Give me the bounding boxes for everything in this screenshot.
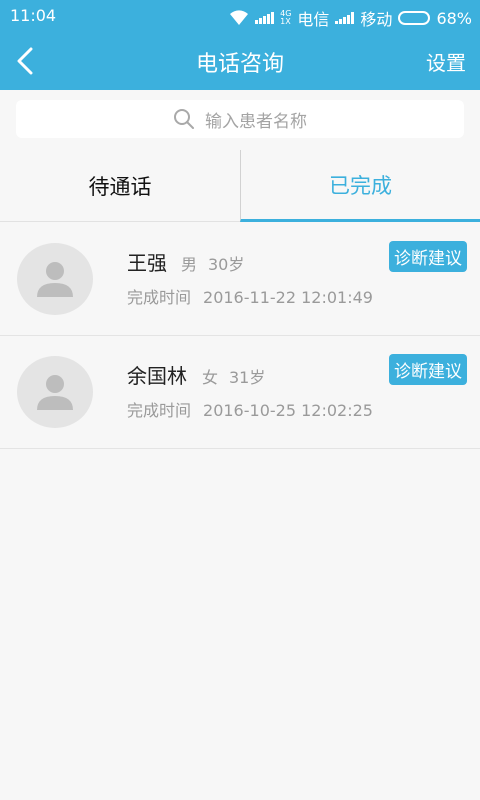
patient-age: 31岁 — [229, 368, 266, 387]
completion-time: 2016-10-25 12:02:25 — [203, 401, 373, 420]
patient-name: 余国林 — [127, 364, 187, 388]
search-placeholder: 输入患者名称 — [205, 111, 307, 132]
tab-bar: 待通话 已完成 — [0, 150, 480, 222]
nav-bar: 电话咨询 设置 — [0, 32, 480, 90]
completion-info: 完成时间 2016-10-25 12:02:25 — [127, 397, 373, 421]
diagnosis-advice-button[interactable]: 诊断建议 — [389, 354, 467, 385]
patient-age: 30岁 — [208, 255, 245, 274]
page-title: 电话咨询 — [195, 52, 284, 77]
network-type-label: 4G 1X — [280, 9, 292, 26]
patient-gender: 女 — [202, 368, 219, 387]
completion-info: 完成时间 2016-11-22 12:01:49 — [127, 284, 373, 308]
battery-percent: 68% — [436, 8, 472, 28]
person-icon — [37, 262, 73, 297]
completion-time: 2016-11-22 12:01:49 — [203, 288, 373, 307]
list-item[interactable]: 余国林 女 31岁 完成时间 2016-10-25 12:02:25 诊断建议 — [0, 336, 480, 449]
diagnosis-advice-button[interactable]: 诊断建议 — [389, 241, 467, 272]
list-item[interactable]: 王强 男 30岁 完成时间 2016-11-22 12:01:49 诊断建议 — [0, 223, 480, 336]
status-icons: 4G 1X 电信 移动 68% — [229, 6, 472, 30]
person-icon — [37, 375, 73, 410]
signal-bars-icon — [335, 12, 355, 24]
carrier-2: 移动 — [360, 10, 393, 29]
tab-pending[interactable]: 待通话 — [0, 150, 240, 222]
search-input[interactable]: 输入患者名称 — [16, 100, 464, 138]
status-time: 11:04 — [10, 6, 57, 25]
status-bar: 11:04 4G 1X 电信 移动 68% — [0, 0, 480, 32]
completed-list: 王强 男 30岁 完成时间 2016-11-22 12:01:49 诊断建议 余国… — [0, 223, 480, 449]
search-icon — [174, 109, 194, 129]
patient-gender: 男 — [181, 255, 198, 274]
signal-bars-icon — [255, 12, 275, 24]
avatar — [17, 356, 93, 428]
battery-icon — [398, 11, 431, 25]
settings-button[interactable]: 设置 — [426, 47, 466, 76]
completion-label: 完成时间 — [127, 288, 192, 307]
wifi-icon — [230, 10, 249, 25]
tab-completed[interactable]: 已完成 — [240, 150, 480, 222]
patient-name: 王强 — [127, 251, 167, 275]
avatar — [17, 243, 93, 315]
carrier-1: 电信 — [297, 10, 330, 29]
completion-label: 完成时间 — [127, 401, 192, 420]
search-area: 输入患者名称 — [0, 90, 480, 146]
